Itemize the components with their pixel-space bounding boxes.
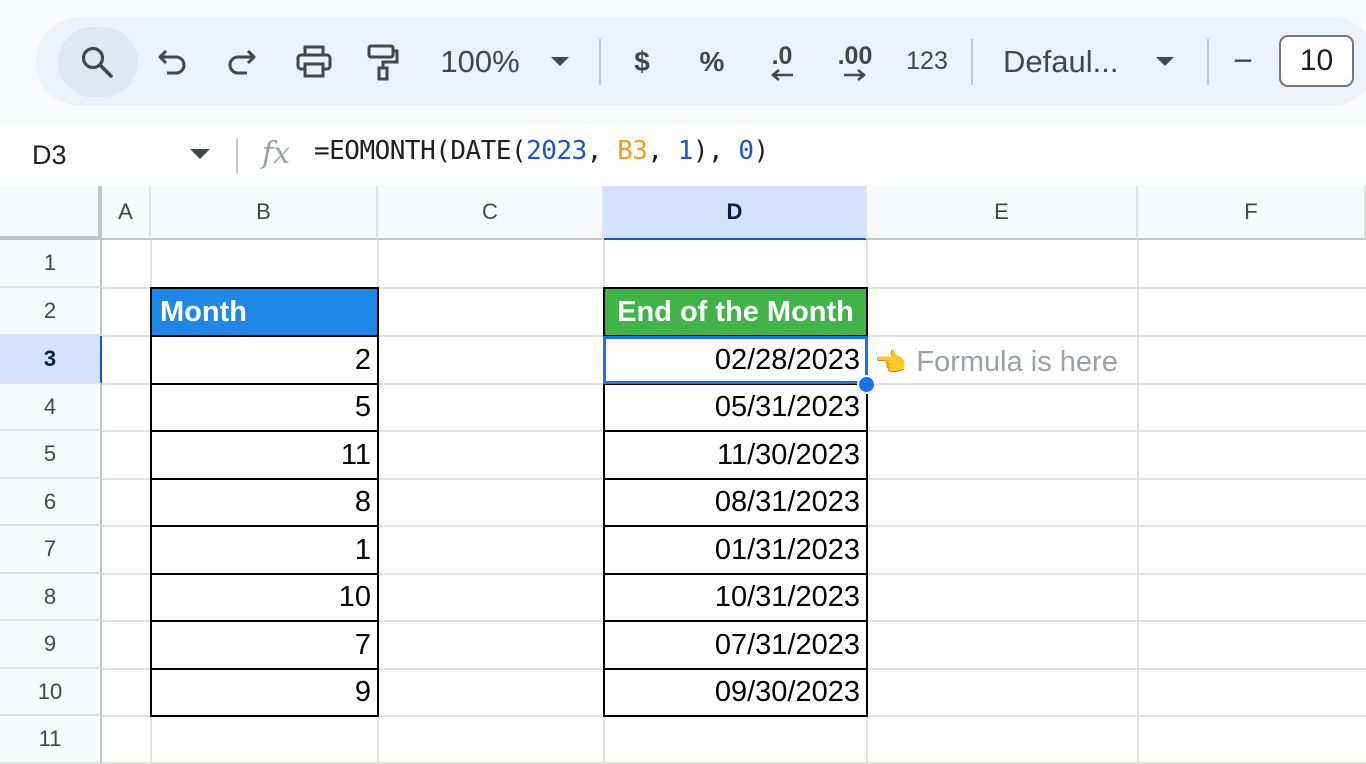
cell-d8[interactable]: 10/31/2023 — [603, 573, 868, 622]
cell-b6[interactable]: 8 — [150, 478, 379, 527]
zoom-dropdown-icon[interactable] — [546, 17, 574, 106]
formula-bar-divider — [236, 138, 238, 174]
cell-b2[interactable]: Month — [150, 287, 379, 337]
cell-b7[interactable]: 1 — [150, 525, 379, 575]
paint-format-icon[interactable] — [362, 17, 404, 106]
font-size-input[interactable]: 10 — [1279, 35, 1354, 87]
formula-day-arg: 1 — [677, 136, 694, 166]
increase-decimal-label: .00 — [837, 41, 873, 70]
currency-format-button[interactable]: $ — [624, 17, 660, 106]
cell-d7[interactable]: 01/31/2023 — [603, 525, 868, 575]
row-header-1[interactable]: 1 — [0, 240, 102, 288]
row-header-9[interactable]: 9 — [0, 621, 102, 669]
decrease-font-size-button[interactable]: − — [1226, 17, 1260, 106]
cell-b8[interactable]: 10 — [150, 573, 379, 622]
formula-sep: , — [586, 136, 618, 166]
row-header-6[interactable]: 6 — [0, 479, 102, 526]
gridline — [1137, 240, 1139, 764]
redo-icon[interactable] — [220, 17, 262, 106]
font-family-select[interactable]: Defaul... — [1003, 17, 1131, 106]
arrow-left-icon — [770, 68, 793, 81]
row-header-7[interactable]: 7 — [0, 526, 102, 574]
cell-b5[interactable]: 11 — [150, 430, 379, 480]
column-header-b[interactable]: B — [151, 186, 378, 240]
row-header-8[interactable]: 8 — [0, 574, 102, 621]
toolbar-divider — [971, 39, 973, 85]
cell-d6[interactable]: 08/31/2023 — [603, 478, 868, 527]
cell-d2[interactable]: End of the Month — [603, 287, 868, 337]
print-icon[interactable] — [292, 17, 336, 106]
active-cell-selection — [603, 336, 868, 384]
pointing-hand-icon: 👈 — [874, 346, 907, 377]
undo-icon[interactable] — [152, 17, 194, 106]
cell-d10[interactable]: 09/30/2023 — [603, 668, 868, 717]
fx-icon: fx — [262, 136, 291, 171]
cell-b3[interactable]: 2 — [150, 335, 379, 385]
row-header-5[interactable]: 5 — [0, 431, 102, 479]
increase-decimal-button[interactable]: .00 — [828, 17, 882, 106]
name-box-dropdown-icon[interactable] — [190, 149, 210, 159]
row-header-2[interactable]: 2 — [0, 288, 102, 336]
cell-b10[interactable]: 9 — [150, 668, 379, 717]
row-header-11[interactable]: 11 — [0, 716, 102, 764]
row-header-4[interactable]: 4 — [0, 384, 102, 431]
decrease-decimal-label: .0 — [771, 41, 793, 70]
formula-suffix: ) — [753, 136, 770, 166]
row-header-10[interactable]: 10 — [0, 669, 102, 716]
formula-input[interactable]: =EOMONTH(DATE(2023, B3, 1), 0) — [314, 136, 769, 166]
cell-b9[interactable]: 7 — [150, 620, 379, 670]
formula-note-text: Formula is here — [916, 345, 1118, 378]
formula-cell-ref: B3 — [617, 136, 648, 166]
column-header-f[interactable]: F — [1138, 186, 1366, 240]
font-dropdown-icon[interactable] — [1151, 17, 1179, 106]
cell-d9[interactable]: 07/31/2023 — [603, 620, 868, 670]
column-header-d[interactable]: D — [604, 186, 867, 240]
arrow-right-icon — [844, 68, 867, 81]
formula-prefix: =EOMONTH(DATE( — [314, 136, 527, 166]
cell-d4[interactable]: 05/31/2023 — [603, 383, 868, 432]
column-header-a[interactable]: A — [102, 186, 151, 240]
number-format-button[interactable]: 123 — [900, 17, 954, 106]
toolbar-divider — [1207, 39, 1209, 85]
search-icon[interactable] — [76, 17, 118, 106]
row-header-3[interactable]: 3 — [0, 336, 102, 384]
cell-b4[interactable]: 5 — [150, 383, 379, 432]
select-all-corner[interactable] — [0, 186, 102, 240]
formula-note: 👈 Formula is here — [874, 342, 1118, 382]
formula-sep: , — [647, 136, 678, 166]
formula-offset-arg: 0 — [738, 136, 754, 166]
zoom-select[interactable]: 100% — [432, 17, 528, 106]
cell-d5[interactable]: 11/30/2023 — [603, 430, 868, 480]
decrease-decimal-button[interactable]: .0 — [757, 17, 807, 106]
percent-format-button[interactable]: % — [692, 17, 732, 106]
formula-year-arg: 2023 — [526, 136, 587, 166]
column-header-e[interactable]: E — [867, 186, 1138, 240]
column-header-c[interactable]: C — [378, 186, 604, 240]
name-box[interactable]: D3 — [32, 133, 67, 177]
toolbar-divider — [599, 39, 601, 85]
formula-sep: ), — [692, 136, 739, 166]
